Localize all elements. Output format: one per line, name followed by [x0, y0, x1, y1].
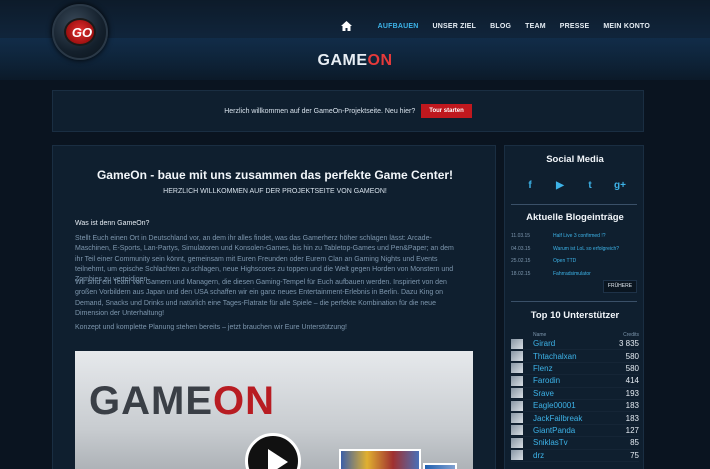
page-subtitle: HERZLICH WILLKOMMEN AUF DER PROJEKTSEITE… [163, 188, 387, 195]
avatar [511, 338, 523, 349]
table-row: JackFailbreak 183 [511, 412, 639, 425]
blog-link[interactable]: Fahrradsimulator [553, 268, 591, 281]
main-panel: GameOn - baue mit uns zusammen das perfe… [52, 145, 496, 469]
supporter-name[interactable]: SniklasTv [533, 438, 630, 447]
supporter-name[interactable]: Thtachalxan [533, 352, 626, 361]
avatar [511, 363, 523, 374]
play-icon[interactable] [245, 433, 301, 469]
page-title: GameOn - baue mit uns zusammen das perfe… [96, 168, 454, 182]
nav-blog[interactable]: BLOG [490, 23, 511, 30]
video-thumbnail-1 [339, 449, 421, 469]
blog-link[interactable]: Half Live 3 confirmed !? [553, 230, 606, 243]
nav-presse[interactable]: PRESSE [560, 23, 590, 30]
supporter-name[interactable]: drz [533, 451, 630, 460]
list-item: 11.03.15 Half Live 3 confirmed !? [511, 230, 639, 243]
table-row: Thtachalxan 580 [511, 350, 639, 363]
logo-emblem: GO [64, 18, 96, 46]
blog-date: 25.02.15 [511, 258, 531, 264]
blog-link[interactable]: Open TTD [553, 255, 576, 268]
video-logo-game: GAME [89, 379, 213, 423]
twitter-icon[interactable]: t [581, 180, 599, 194]
table-row: Farodin 414 [511, 375, 639, 388]
home-icon[interactable] [340, 19, 354, 33]
intro-paragraph-2: Wir sind ein Team von Gamern und Manager… [75, 279, 447, 317]
divider [511, 301, 637, 302]
list-item: 04.03.15 Warum ist LoL so erfolgreich? [511, 243, 639, 256]
avatar [511, 400, 523, 411]
supporter-credits: 183 [625, 413, 639, 423]
table-row: SniklasTv 85 [511, 437, 639, 450]
tour-start-button[interactable]: Tour starten [421, 104, 472, 118]
avatar [511, 413, 523, 424]
video-logo-on: ON [213, 379, 275, 423]
supporter-credits: 580 [625, 363, 639, 373]
supporter-name[interactable]: JackFailbreak [533, 414, 626, 423]
main-nav: AUFBAUEN UNSER ZIEL BLOG TEAM PRESSE MEI… [340, 0, 650, 52]
avatar [511, 351, 523, 362]
avatar [511, 388, 523, 399]
welcome-bar: Herzlich willkommen auf der GameOn-Proje… [52, 90, 644, 132]
avatar [511, 425, 523, 436]
video-logo: GAMEON [89, 379, 275, 424]
supporter-credits: 3 835 [618, 339, 639, 349]
play-triangle [268, 449, 288, 469]
sidebar: Social Media f ▶ t g+ Aktuelle Blogeintr… [504, 145, 644, 469]
blog-date: 11.03.15 [511, 233, 531, 239]
video-thumbnail-2 [423, 463, 457, 469]
video-player[interactable]: GAMEON [75, 351, 473, 469]
nav-aufbauen[interactable]: AUFBAUEN [378, 23, 419, 30]
brand-wordmark: GAMEON [0, 52, 710, 70]
social-icons: f ▶ t g+ [515, 180, 635, 194]
table-row: Flenz 580 [511, 363, 639, 376]
nav-team[interactable]: TEAM [525, 23, 546, 30]
divider [511, 204, 637, 205]
avatar [511, 375, 523, 386]
table-row: Eagle00001 183 [511, 400, 639, 413]
blog-title: Aktuelle Blogeinträge [526, 212, 624, 223]
blog-link[interactable]: Warum ist LoL so erfolgreich? [553, 243, 619, 256]
intro-paragraph-3: Konzept und komplette Planung stehen ber… [75, 324, 347, 331]
top-supporters-title: Top 10 Unterstützer [530, 310, 620, 321]
youtube-icon[interactable]: ▶ [551, 180, 569, 194]
table-row: Srave 193 [511, 388, 639, 400]
section-heading: Was ist denn GameOn? [75, 220, 150, 227]
supporter-credits: 75 [630, 450, 639, 460]
supporter-credits: 580 [625, 351, 639, 361]
supporter-credits: 183 [625, 401, 639, 411]
table-row: drz 75 [511, 450, 639, 462]
brand-part-game: GAME [317, 52, 368, 69]
supporter-credits: 414 [625, 376, 639, 386]
top-supporters-list: Girard 3 835 Thtachalxan 580 Flenz 580 Faro… [511, 338, 639, 462]
blog-date: 18.02.15 [511, 270, 531, 277]
supporter-name[interactable]: Girard [533, 339, 619, 348]
supporter-credits: 193 [625, 388, 639, 398]
brand-part-on: ON [367, 52, 393, 69]
blog-date: 04.03.15 [511, 245, 531, 252]
supporter-credits: 127 [625, 425, 639, 435]
facebook-icon[interactable]: f [521, 180, 539, 194]
avatar [511, 437, 523, 448]
table-row: GiantPanda 127 [511, 425, 639, 438]
logo-text: GO [71, 25, 93, 40]
supporter-name[interactable]: GiantPanda [533, 426, 626, 435]
supporter-name[interactable]: Eagle00001 [533, 401, 626, 410]
social-media-title: Social Media [546, 154, 604, 165]
supporter-name[interactable]: Farodin [533, 376, 626, 385]
google-plus-icon[interactable]: g+ [611, 180, 629, 194]
supporter-credits: 85 [630, 438, 639, 448]
blog-list: 11.03.15 Half Live 3 confirmed !? 04.03.1… [511, 230, 639, 280]
supporter-name[interactable]: Flenz [533, 364, 626, 373]
list-item: 18.02.15 Fahrradsimulator [511, 268, 639, 281]
nav-mein-konto[interactable]: MEIN KONTO [603, 23, 650, 30]
table-row: Girard 3 835 [511, 338, 639, 351]
older-posts-button[interactable]: FRÜHERE [603, 280, 637, 293]
nav-unser-ziel[interactable]: UNSER ZIEL [432, 23, 476, 30]
site-header: GO AUFBAUEN UNSER ZIEL BLOG TEAM PRESSE … [0, 0, 710, 80]
list-item: 25.02.15 Open TTD [511, 255, 639, 268]
welcome-text: Herzlich willkommen auf der GameOn-Proje… [224, 107, 416, 115]
avatar [511, 450, 523, 461]
supporter-name[interactable]: Srave [533, 389, 626, 398]
